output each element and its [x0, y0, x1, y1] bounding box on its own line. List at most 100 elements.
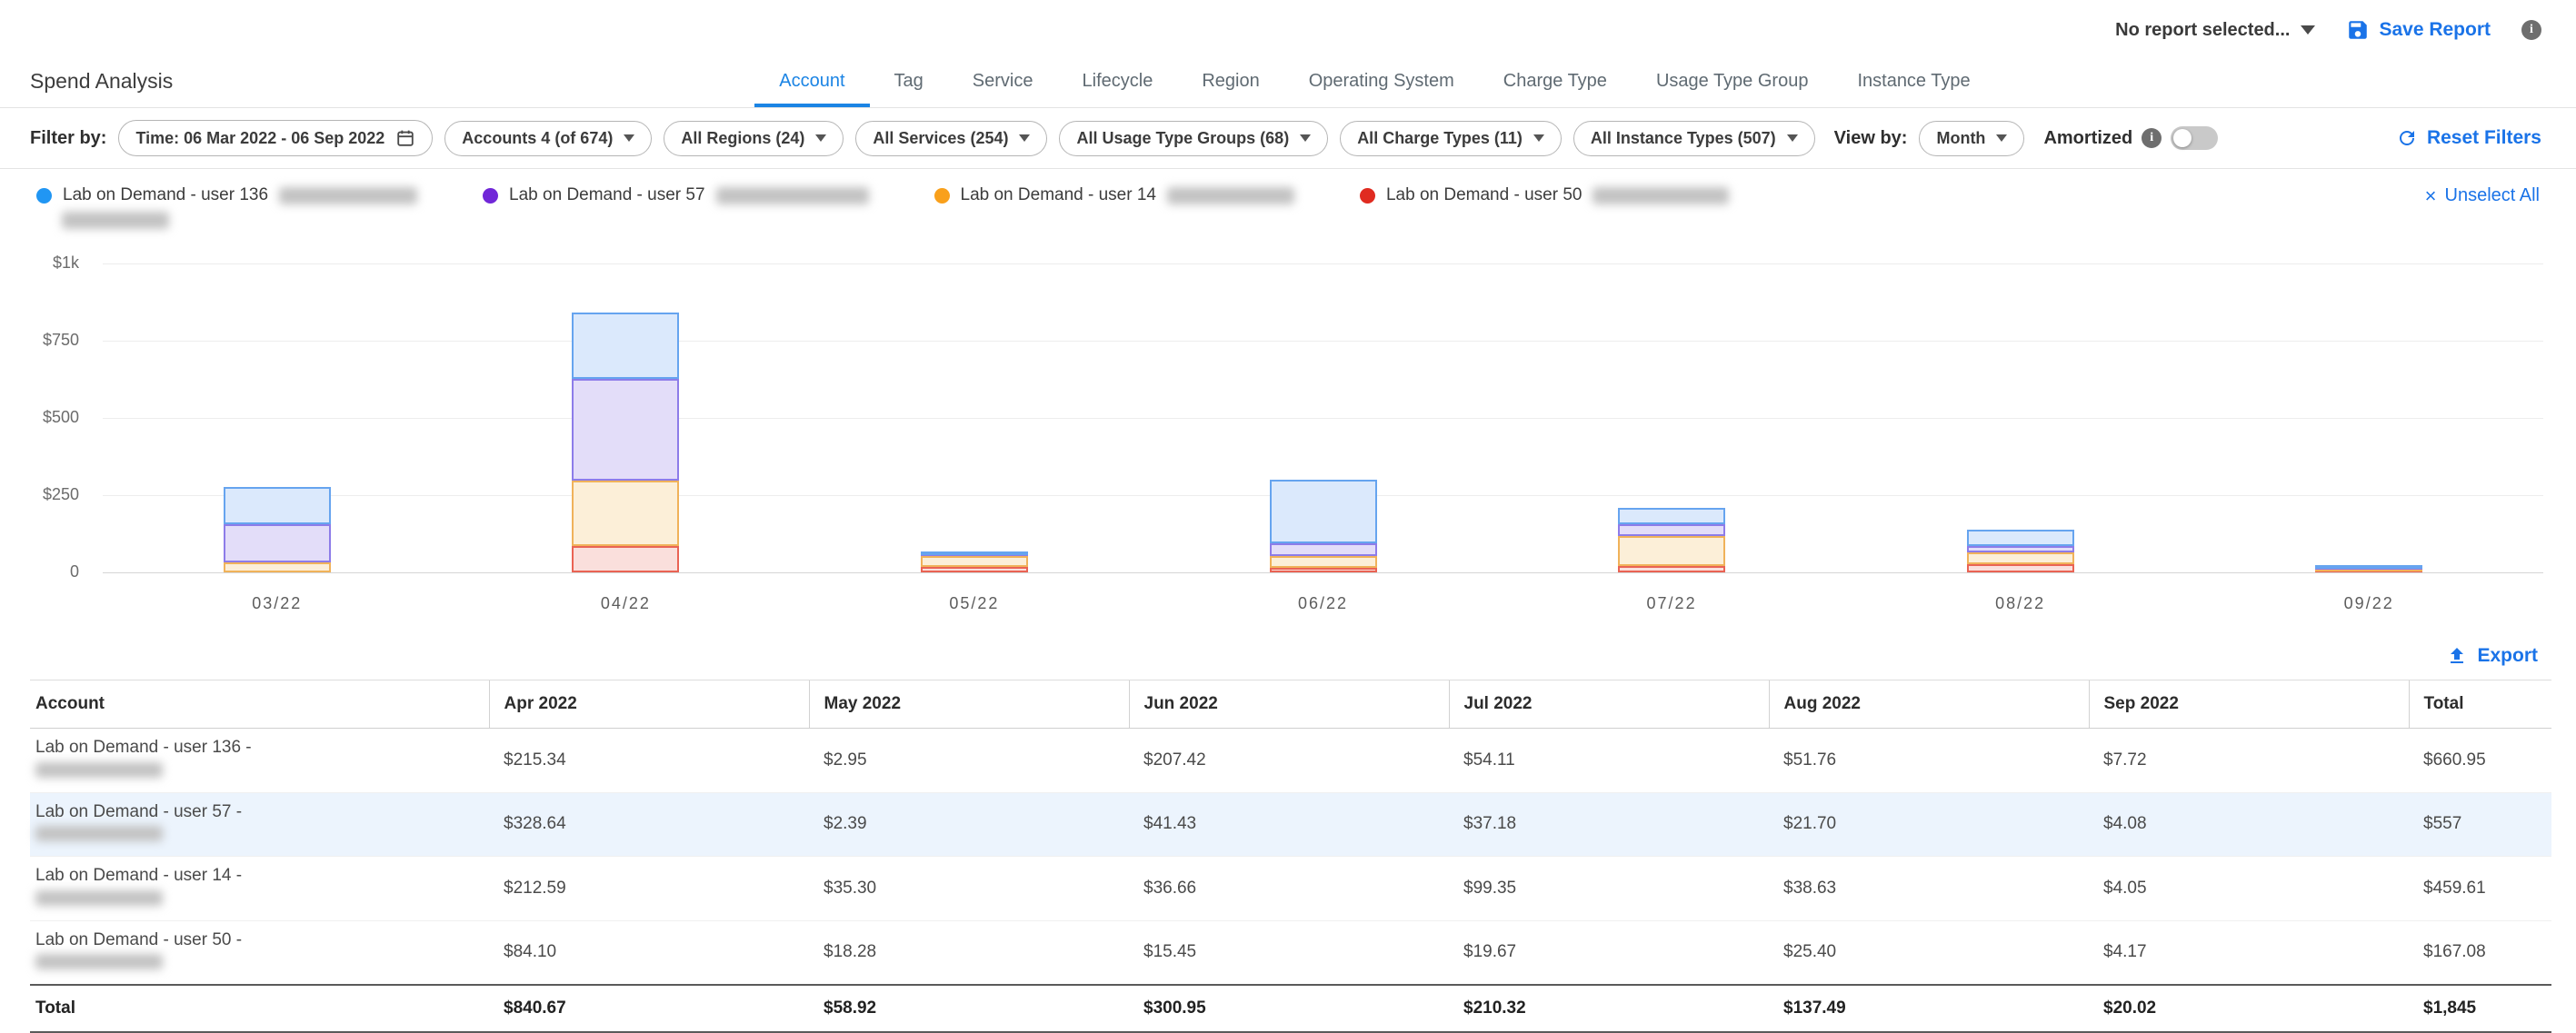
info-icon[interactable]: i: [2142, 128, 2162, 148]
column-header: Aug 2022: [1769, 680, 2089, 729]
spend-value: $84.10: [489, 920, 809, 985]
save-report-label: Save Report: [2379, 19, 2491, 41]
tab-account[interactable]: Account: [754, 71, 869, 107]
view-by-dropdown[interactable]: Month: [1919, 121, 2024, 156]
tab-lifecycle[interactable]: Lifecycle: [1058, 71, 1178, 107]
spend-value: $51.76: [1769, 729, 2089, 793]
legend-item[interactable]: Lab on Demand - user 50: [1360, 185, 1729, 205]
filter-pill-accounts[interactable]: Accounts 4 (of 674): [444, 121, 652, 156]
spend-value: $38.63: [1769, 857, 2089, 921]
chevron-down-icon: [2301, 25, 2315, 35]
table-row[interactable]: Lab on Demand - user 57 -$328.64$2.39$41…: [30, 792, 2551, 857]
legend-line: Lab on Demand - user 50: [1360, 185, 1729, 205]
spend-value: $328.64: [489, 792, 809, 857]
info-icon[interactable]: i: [2521, 20, 2541, 40]
bar-segment: [1270, 480, 1377, 544]
legend-line: Lab on Demand - user 14: [934, 185, 1294, 205]
table-row[interactable]: Lab on Demand - user 14 -$212.59$35.30$3…: [30, 857, 2551, 921]
filter-pill-charge-types[interactable]: All Charge Types (11): [1340, 121, 1562, 156]
column-header: Jun 2022: [1129, 680, 1449, 729]
spend-value: $36.66: [1129, 857, 1449, 921]
bar-segment: [1618, 566, 1725, 572]
report-selector-dropdown[interactable]: No report selected...: [2115, 20, 2315, 41]
bar-segment: [921, 551, 1028, 555]
spend-value: $557: [2409, 792, 2551, 857]
refresh-icon: [2396, 127, 2418, 149]
spend-value: $15.45: [1129, 920, 1449, 985]
filter-pill-label: All Services (254): [873, 129, 1008, 148]
legend-item[interactable]: Lab on Demand - user 14: [934, 185, 1294, 205]
bar-segment: [224, 524, 331, 561]
spend-value: $54.11: [1449, 729, 1769, 793]
filter-pill-time[interactable]: Time: 06 Mar 2022 - 06 Sep 2022: [118, 120, 433, 156]
legend-item[interactable]: Lab on Demand - user 57: [483, 185, 868, 205]
filter-pill-usage-type-groups[interactable]: All Usage Type Groups (68): [1059, 121, 1328, 156]
legend-items: Lab on Demand - user 136 Lab on Demand - …: [36, 185, 1729, 229]
bar-segment: [1967, 530, 2074, 546]
y-tick-label: $1k: [53, 253, 79, 273]
tab-usage-type-group[interactable]: Usage Type Group: [1632, 71, 1833, 107]
spend-value: $167.08: [2409, 920, 2551, 985]
tab-tag[interactable]: Tag: [870, 71, 948, 107]
tab-instance-type[interactable]: Instance Type: [1832, 71, 1994, 107]
tab-charge-type[interactable]: Charge Type: [1479, 71, 1632, 107]
x-tick-label: 07/22: [1599, 594, 1744, 613]
total-value: $300.95: [1129, 985, 1449, 1032]
bar-segment: [1618, 524, 1725, 536]
gridline: [103, 418, 2543, 419]
filter-pill-services[interactable]: All Services (254): [855, 121, 1047, 156]
bar-segment: [1967, 564, 2074, 572]
spend-value: $2.39: [809, 792, 1129, 857]
save-report-button[interactable]: Save Report: [2346, 18, 2491, 42]
filter-pill-label: All Regions (24): [681, 129, 804, 148]
spend-value: $215.34: [489, 729, 809, 793]
table-row[interactable]: Lab on Demand - user 136 -$215.34$2.95$2…: [30, 729, 2551, 793]
legend-row: Lab on Demand - user 136 Lab on Demand - …: [0, 169, 2576, 242]
bar-segment: [572, 481, 679, 546]
table-header-row: AccountApr 2022May 2022Jun 2022Jul 2022A…: [30, 680, 2551, 729]
total-value: $58.92: [809, 985, 1129, 1032]
bar-segment: [1270, 568, 1377, 572]
legend-item[interactable]: Lab on Demand - user 136: [36, 185, 417, 229]
spend-value: $35.30: [809, 857, 1129, 921]
table-row[interactable]: Lab on Demand - user 50 -$84.10$18.28$15…: [30, 920, 2551, 985]
tab-operating-system[interactable]: Operating System: [1284, 71, 1479, 107]
filter-pill-instance-types[interactable]: All Instance Types (507): [1573, 121, 1815, 156]
tab-region[interactable]: Region: [1177, 71, 1283, 107]
amortized-toggle[interactable]: [2171, 126, 2218, 150]
bar-segment: [1270, 556, 1377, 567]
table-total-row: Total$840.67$58.92$300.95$210.32$137.49$…: [30, 985, 2551, 1032]
bar-segment: [921, 556, 1028, 567]
spend-value: $37.18: [1449, 792, 1769, 857]
column-header: Jul 2022: [1449, 680, 1769, 729]
unselect-all-button[interactable]: × Unselect All: [2425, 185, 2540, 206]
tab-service[interactable]: Service: [948, 71, 1058, 107]
bar-segment: [1967, 546, 2074, 552]
account-name: Lab on Demand - user 57 -: [35, 801, 480, 823]
legend-label: Lab on Demand - user 50: [1386, 185, 1582, 205]
chevron-down-icon: [815, 134, 826, 142]
total-label: Total: [30, 985, 489, 1032]
chevron-down-icon: [1996, 134, 2007, 142]
spend-value: $7.72: [2089, 729, 2409, 793]
legend-label: Lab on Demand - user 57: [509, 185, 704, 205]
bar-segment: [572, 379, 679, 481]
report-selector-label: No report selected...: [2115, 20, 2290, 41]
unselect-all-label: Unselect All: [2445, 185, 2541, 206]
y-tick-label: $250: [43, 485, 79, 504]
redacted-text: [35, 826, 163, 841]
x-tick-label: 08/22: [1948, 594, 2093, 613]
filter-pills: Time: 06 Mar 2022 - 06 Sep 2022 Accounts …: [118, 120, 1814, 156]
filter-pill-regions[interactable]: All Regions (24): [664, 121, 844, 156]
x-tick-label: 06/22: [1251, 594, 1396, 613]
reset-filters-button[interactable]: Reset Filters: [2396, 127, 2541, 149]
account-cell: Lab on Demand - user 14 -: [30, 857, 489, 921]
filter-pill-label: Accounts 4 (of 674): [462, 129, 613, 148]
legend-line: Lab on Demand - user 136: [36, 185, 417, 205]
redacted-text: [35, 762, 163, 778]
spend-table: AccountApr 2022May 2022Jun 2022Jul 2022A…: [30, 680, 2551, 1033]
gridline: [103, 572, 2543, 573]
chart-xaxis: 03/2204/2205/2206/2207/2208/2209/22: [103, 585, 2543, 623]
chart-yaxis: $1k$750$500$2500: [30, 263, 90, 572]
export-button[interactable]: Export: [2446, 645, 2538, 667]
